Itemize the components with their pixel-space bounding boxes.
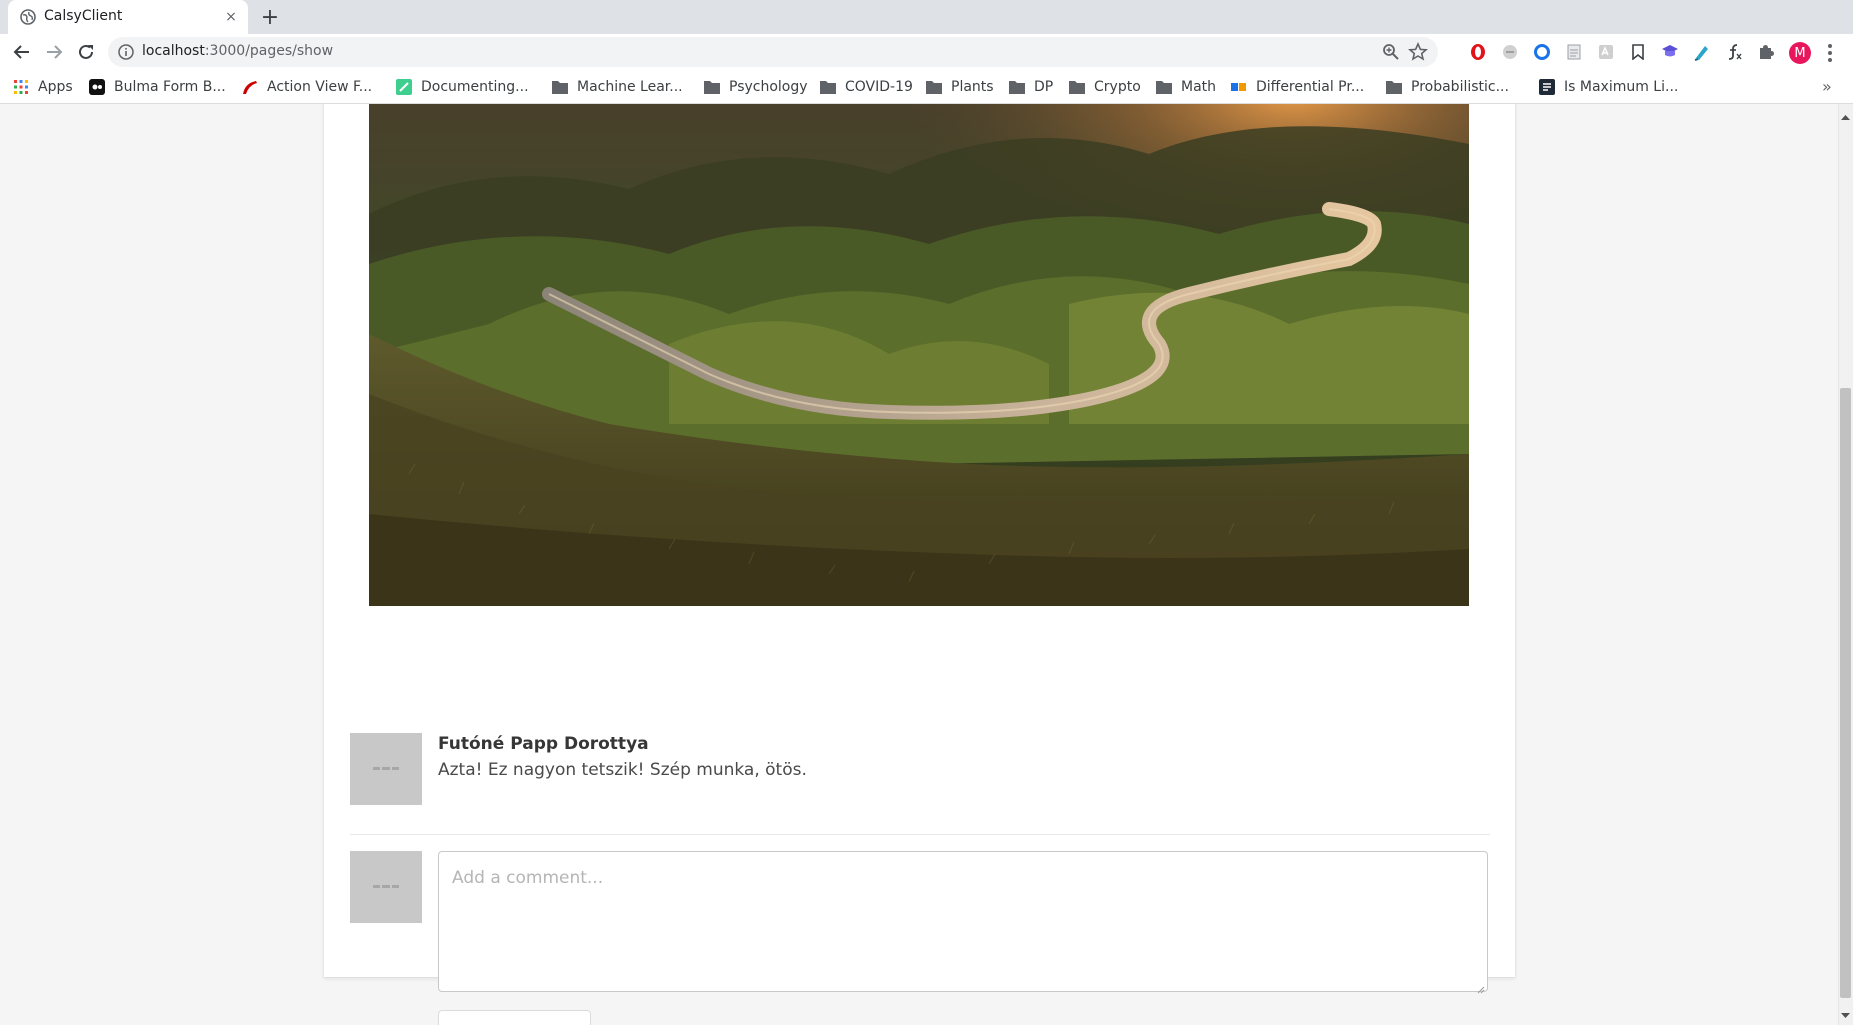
bookmark-label: Math (1181, 79, 1217, 95)
bookmark-label: Machine Lear... (577, 79, 683, 95)
opera-extension-icon[interactable] (1469, 43, 1487, 61)
scrollbar-thumb[interactable] (1840, 388, 1851, 998)
tab-strip: CalsyClient × + (0, 0, 1853, 34)
tab-title: CalsyClient (44, 8, 123, 24)
bookmark-action-view[interactable]: Action View F... (242, 77, 372, 97)
comment-text: Azta! Ez nagyon tetszik! Szép munka, ötö… (438, 760, 807, 780)
folder-icon (1156, 79, 1172, 95)
bookmark-differential-privacy[interactable]: Differential Pr... (1231, 77, 1364, 97)
function-extension-icon[interactable] (1725, 43, 1743, 61)
post-image (369, 104, 1469, 606)
dp-icon (1231, 79, 1247, 95)
bookmark-label: Crypto (1094, 79, 1141, 95)
folder-icon (1386, 79, 1402, 95)
bookmark-probabilistic[interactable]: Probabilistic... (1386, 77, 1509, 97)
bookmark-label: Apps (38, 79, 73, 95)
bookmark-machine-learning[interactable]: Machine Lear... (552, 77, 683, 97)
folder-icon (926, 79, 942, 95)
comment-textarea[interactable]: Add a comment... (438, 851, 1488, 994)
comment-author: Futóné Papp Dorottya (438, 734, 649, 754)
doc-icon (396, 79, 412, 95)
bookmark-label: DP (1034, 79, 1054, 95)
bookmark-apps[interactable]: Apps (13, 77, 73, 97)
avatar (350, 733, 422, 805)
bookmark-bulma-form[interactable]: Bulma Form B... (89, 77, 226, 97)
bookmark-math[interactable]: Math (1156, 77, 1216, 97)
browser-toolbar: localhost:3000/pages/show M (0, 34, 1853, 70)
bookmark-label: Is Maximum Li... (1564, 79, 1679, 95)
rails-icon (242, 79, 258, 95)
scroll-up-arrow-icon[interactable] (1840, 106, 1851, 120)
folder-icon (1009, 79, 1025, 95)
close-tab-icon[interactable]: × (222, 8, 240, 26)
bookmark-label: Bulma Form B... (114, 79, 226, 95)
comment-placeholder: Add a comment... (452, 868, 604, 888)
page-viewport: Futóné Papp Dorottya Azta! Ez nagyon tet… (0, 104, 1853, 1025)
avatar (350, 851, 422, 923)
bookmarks-overflow-icon[interactable]: » (1822, 77, 1832, 96)
bookmark-crypto[interactable]: Crypto (1069, 77, 1141, 97)
forward-arrow-icon[interactable] (40, 38, 68, 66)
url-path: :3000/pages/show (204, 43, 334, 59)
bookmark-extension-icon[interactable] (1629, 43, 1647, 61)
bookmark-psychology[interactable]: Psychology (704, 77, 808, 97)
folder-icon (820, 79, 836, 95)
site-info-icon[interactable] (118, 44, 134, 60)
comment-item: Futóné Papp Dorottya Azta! Ez nagyon tet… (350, 733, 1490, 825)
document-extension-icon[interactable] (1565, 43, 1583, 61)
stackexchange-icon (1539, 79, 1555, 95)
address-bar[interactable]: localhost:3000/pages/show (108, 37, 1438, 67)
disabled-extension-icon[interactable] (1501, 43, 1519, 61)
folder-icon (704, 79, 720, 95)
post-comment-button[interactable]: Post comment (438, 1010, 591, 1025)
graduation-extension-icon[interactable] (1661, 43, 1679, 61)
folder-icon (1069, 79, 1085, 95)
bookmark-label: COVID-19 (845, 79, 913, 95)
divider (350, 834, 1490, 835)
bookmarks-bar: Apps Bulma Form B... Action View F... Do… (0, 70, 1853, 104)
bookmark-label: Documenting... (421, 79, 529, 95)
bulma-icon (89, 79, 105, 95)
bookmark-maximum-likelihood[interactable]: Is Maximum Li... (1539, 77, 1678, 97)
bookmark-covid[interactable]: COVID-19 (820, 77, 913, 97)
apps-grid-icon (13, 79, 29, 95)
highlighter-extension-icon[interactable] (1693, 43, 1711, 61)
browser-menu-icon[interactable] (1820, 42, 1840, 64)
image-placeholder-icon (373, 884, 399, 890)
bookmark-label: Differential Pr... (1256, 79, 1365, 95)
translate-extension-icon[interactable] (1597, 43, 1615, 61)
folder-icon (552, 79, 568, 95)
new-tab-icon[interactable]: + (258, 6, 282, 30)
reload-icon[interactable] (72, 38, 100, 66)
url-host: localhost (142, 43, 205, 59)
scroll-down-arrow-icon[interactable] (1840, 1005, 1851, 1018)
browser-tab[interactable]: CalsyClient × (8, 0, 248, 34)
new-comment-form: Add a comment... Post comment (350, 851, 1490, 1025)
globe-icon (20, 9, 36, 25)
image-placeholder-icon (373, 766, 399, 772)
bookmark-label: Psychology (729, 79, 808, 95)
profile-avatar[interactable]: M (1789, 42, 1811, 64)
bookmark-label: Plants (951, 79, 994, 95)
bookmark-label: Probabilistic... (1411, 79, 1509, 95)
bookmark-label: Action View F... (267, 79, 373, 95)
bookmark-star-icon[interactable] (1408, 42, 1428, 62)
url-text[interactable]: localhost:3000/pages/show (142, 43, 333, 59)
bookmark-plants[interactable]: Plants (926, 77, 994, 97)
resize-handle-icon[interactable] (1475, 979, 1485, 994)
puzzle-extensions-icon[interactable] (1757, 43, 1775, 61)
post-card: Futóné Papp Dorottya Azta! Ez nagyon tet… (324, 104, 1515, 1025)
bookmark-documenting[interactable]: Documenting... (396, 77, 529, 97)
back-arrow-icon[interactable] (8, 38, 36, 66)
bookmark-dp[interactable]: DP (1009, 77, 1053, 97)
circle-extension-icon[interactable] (1533, 43, 1551, 61)
landscape-illustration (369, 104, 1469, 606)
zoom-icon[interactable] (1382, 43, 1400, 61)
